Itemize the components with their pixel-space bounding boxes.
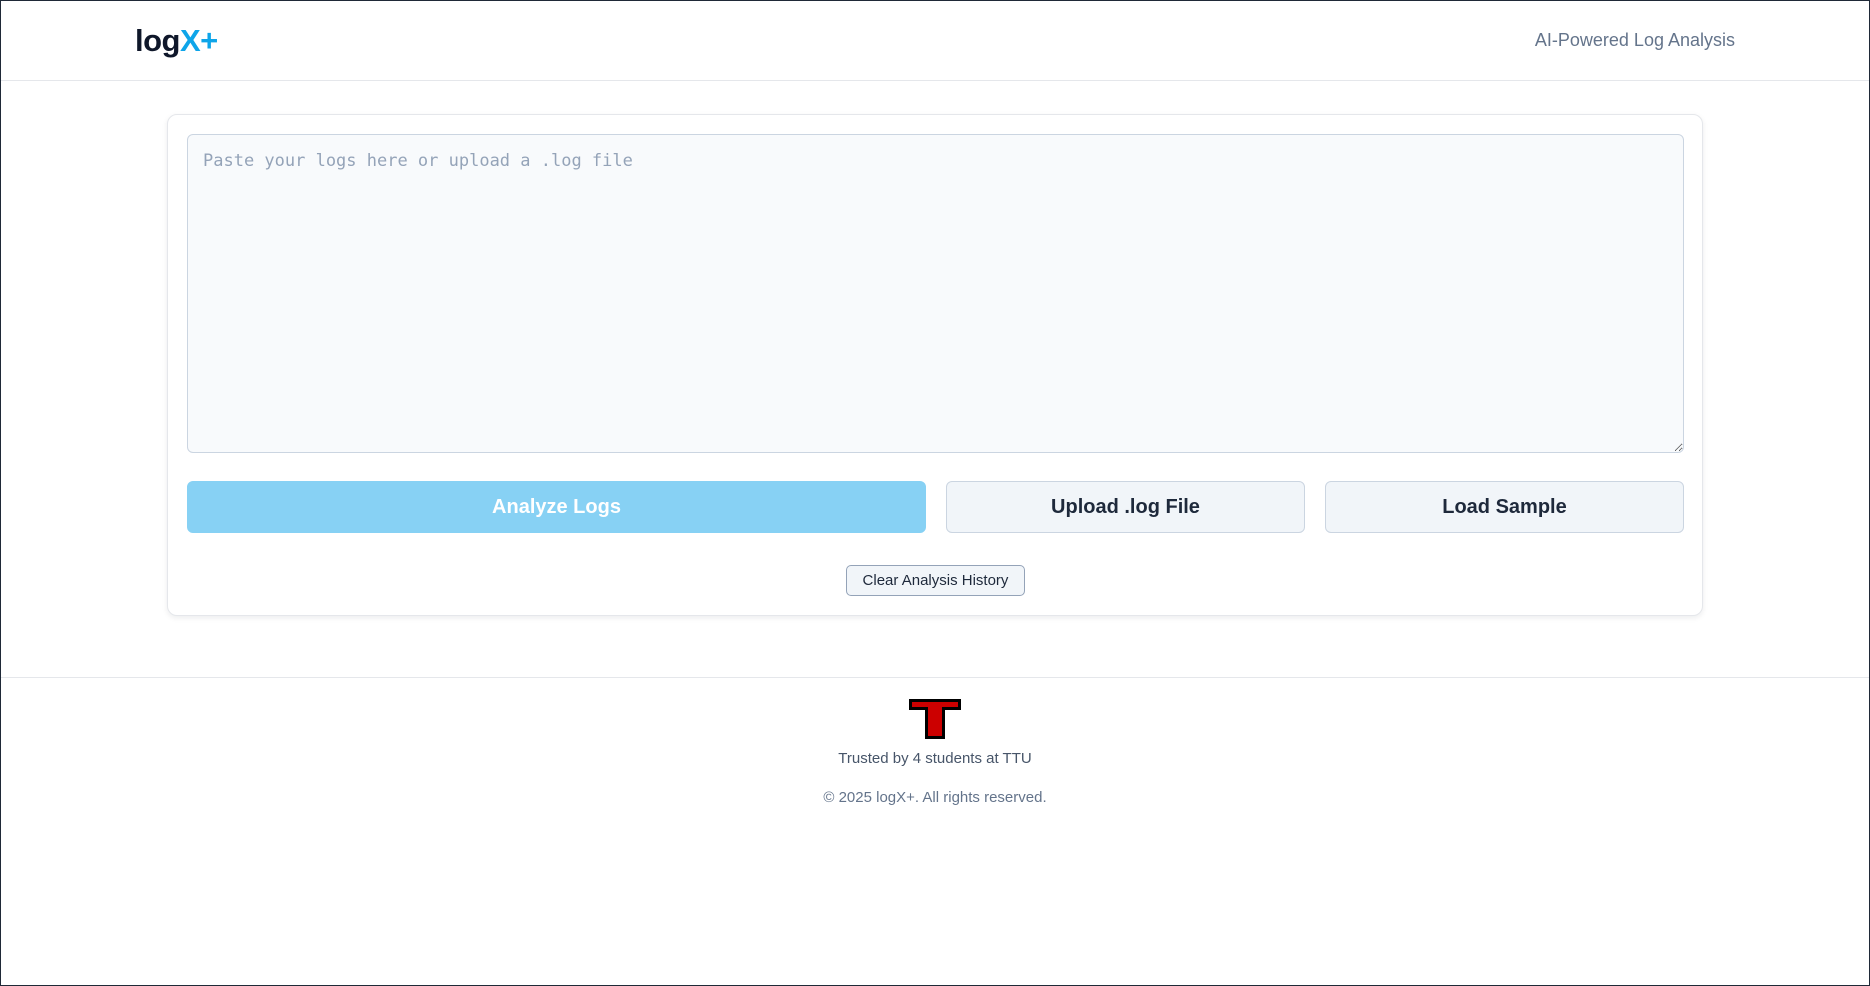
- analyzer-card: Analyze Logs Upload .log File Load Sampl…: [167, 114, 1703, 616]
- logo-main-text: log: [135, 22, 181, 58]
- load-sample-button[interactable]: Load Sample: [1325, 481, 1684, 533]
- top-header: logX+ AI-Powered Log Analysis: [1, 1, 1869, 81]
- analyze-logs-button[interactable]: Analyze Logs: [187, 481, 926, 533]
- page-footer: Trusted by 4 students at TTU © 2025 logX…: [1, 677, 1869, 806]
- logo-accent-text: X+: [180, 22, 218, 58]
- clear-analysis-history-button[interactable]: Clear Analysis History: [846, 565, 1025, 596]
- action-buttons: Analyze Logs Upload .log File Load Sampl…: [187, 481, 1684, 533]
- trusted-by-text: Trusted by 4 students at TTU: [838, 750, 1032, 767]
- header-tagline: AI-Powered Log Analysis: [1534, 30, 1735, 50]
- log-input[interactable]: [187, 134, 1684, 453]
- upload-log-file-button[interactable]: Upload .log File: [946, 481, 1305, 533]
- app-logo[interactable]: logX+: [135, 23, 218, 59]
- app-window: logX+ AI-Powered Log Analysis Analyze Lo…: [0, 0, 1870, 986]
- ttu-t-logo-icon: [909, 699, 961, 739]
- copyright-text: © 2025 logX+. All rights reserved.: [823, 789, 1047, 806]
